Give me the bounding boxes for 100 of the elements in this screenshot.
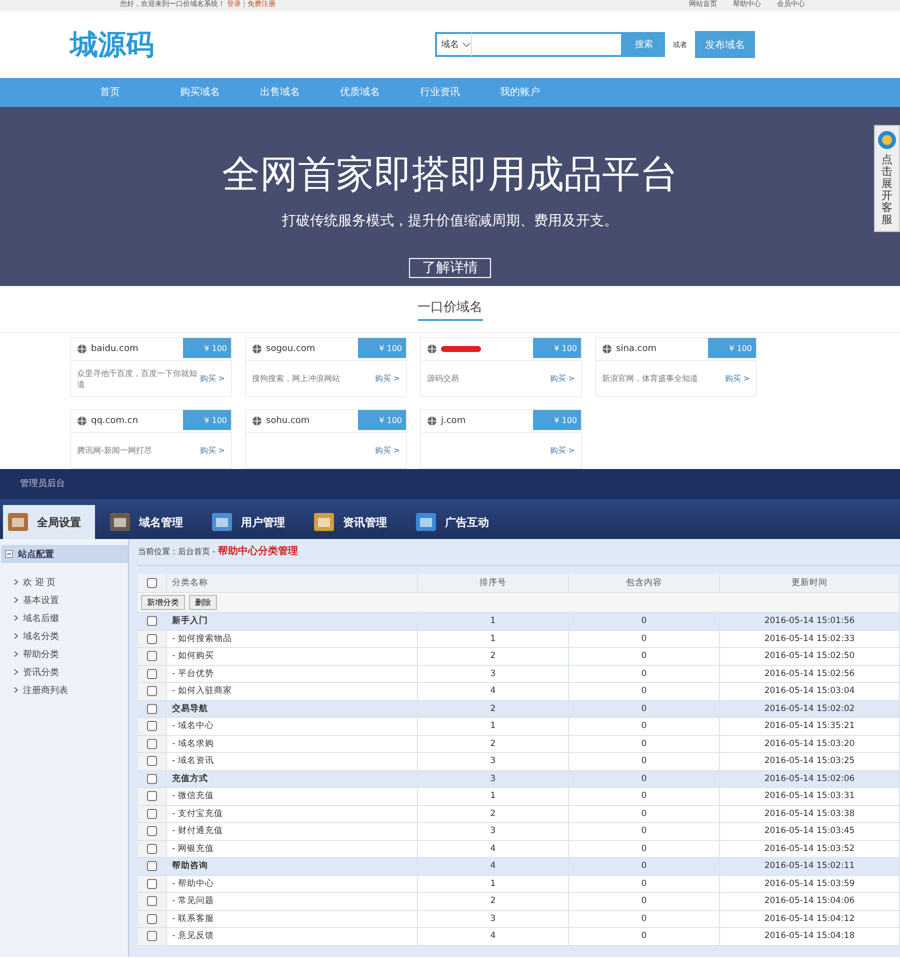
- select-all-checkbox[interactable]: [147, 578, 157, 588]
- module-icon: [211, 512, 233, 532]
- table-cell: 1: [418, 612, 568, 630]
- buy-link[interactable]: 购买 >: [374, 445, 400, 456]
- category-name: 充值方式: [166, 770, 418, 788]
- category-name: - 如何搜索物品: [166, 630, 418, 648]
- domain-card[interactable]: sogou.com ¥ 100 搜狗搜索，网上冲浪网站 购买 >: [245, 337, 407, 397]
- row-checkbox[interactable]: [147, 844, 157, 854]
- category-name: 新手入门: [166, 612, 418, 630]
- sidebar-header[interactable]: 站点配置: [1, 545, 128, 563]
- admin-tab[interactable]: 域名管理: [105, 505, 197, 539]
- buy-link[interactable]: 购买 >: [550, 445, 575, 456]
- table-cell: 4: [418, 858, 568, 875]
- category-name: - 支付宝充值: [166, 805, 418, 822]
- table-cell: 2016-05-14 15:04:06: [720, 892, 900, 910]
- table-cell: 1: [418, 788, 568, 805]
- table-cell: 2: [418, 735, 568, 752]
- sidebar-item[interactable]: 域名后缀: [23, 612, 59, 624]
- row-checkbox[interactable]: [147, 914, 157, 924]
- row-checkbox[interactable]: [147, 774, 157, 784]
- category-name: - 如何购买: [166, 648, 418, 665]
- sidebar-item[interactable]: 注册商列表: [23, 684, 68, 696]
- price-tag: ¥ 100: [183, 338, 231, 358]
- table-cell: 2: [418, 648, 568, 665]
- admin-tab[interactable]: 资讯管理: [309, 505, 401, 539]
- sidebar-item[interactable]: 基本设置: [23, 594, 59, 606]
- table-action-button[interactable]: 删除: [189, 595, 217, 610]
- row-checkbox[interactable]: [147, 791, 157, 802]
- customer-service-tab[interactable]: 点击展开客服: [874, 125, 900, 232]
- globe-icon: [602, 344, 612, 354]
- category-name: - 域名中心: [166, 718, 418, 735]
- admin-tab[interactable]: 用户管理: [207, 505, 299, 539]
- category-name: - 意见反馈: [166, 928, 418, 945]
- column-header: 包含内容: [568, 574, 720, 592]
- domain-name: sina.com: [616, 344, 656, 354]
- row-checkbox[interactable]: [147, 826, 157, 836]
- module-icon: [415, 512, 437, 532]
- price-tag: ¥ 100: [533, 410, 581, 430]
- table-cell: 2016-05-14 15:02:11: [720, 858, 900, 875]
- table-cell: 0: [568, 788, 720, 805]
- table-cell: 0: [568, 648, 720, 665]
- buy-link[interactable]: 购买 >: [550, 373, 575, 384]
- globe-icon: [427, 344, 437, 354]
- table-cell: 0: [568, 718, 720, 735]
- buy-link[interactable]: 购买 >: [374, 373, 400, 384]
- domain-description: 搜狗搜索，网上冲浪网站: [252, 373, 340, 384]
- table-cell: 3: [418, 752, 568, 770]
- admin-tab[interactable]: 广告互动: [411, 505, 503, 539]
- domain-card[interactable]: sina.com ¥ 100 新浪官网，体育盛事全知道 购买 >: [595, 337, 757, 397]
- learn-more-button[interactable]: 了解详情: [409, 258, 491, 278]
- table-cell: 1: [418, 630, 568, 648]
- chevron-right-icon: [14, 669, 18, 675]
- category-name: - 常见问题: [166, 892, 418, 910]
- table-cell: 2: [418, 892, 568, 910]
- domain-card[interactable]: j.com ¥ 100 购买 >: [420, 409, 582, 469]
- banner-subtitle: 打破传统服务模式，提升价值缩减周期、费用及开支。: [282, 212, 618, 230]
- table-cell: 2016-05-14 15:02:50: [720, 648, 900, 665]
- domain-card[interactable]: qq.com.cn ¥ 100 腾讯网-新闻一网打尽 购买 >: [70, 409, 232, 469]
- sidebar-item[interactable]: 资讯分类: [23, 666, 59, 678]
- table-cell: 0: [568, 612, 720, 630]
- domain-card[interactable]: sohu.com ¥ 100 购买 >: [245, 409, 407, 469]
- column-header: 更新时间: [720, 574, 900, 592]
- table-cell: 2016-05-14 15:03:59: [720, 875, 900, 892]
- row-checkbox[interactable]: [147, 896, 157, 906]
- domain-description: 腾讯网-新闻一网打尽: [77, 445, 152, 456]
- price-tag: ¥ 100: [183, 410, 231, 430]
- search-input[interactable]: [471, 32, 623, 57]
- row-checkbox[interactable]: [147, 704, 157, 714]
- sidebar-item[interactable]: 帮助分类: [23, 648, 59, 660]
- table-cell: 0: [568, 700, 720, 718]
- row-checkbox[interactable]: [147, 738, 157, 749]
- row-checkbox[interactable]: [147, 721, 157, 732]
- row-checkbox[interactable]: [147, 808, 157, 819]
- domain-description: 新浪官网，体育盛事全知道: [602, 373, 698, 384]
- domain-card[interactable]: ¥ 100 源码交易 购买 >: [420, 337, 582, 397]
- row-checkbox[interactable]: [147, 878, 157, 889]
- admin-tab[interactable]: 全局设置: [3, 505, 95, 539]
- row-checkbox[interactable]: [147, 668, 157, 679]
- table-cell: 4: [418, 682, 568, 700]
- table-cell: 2016-05-14 15:03:31: [720, 788, 900, 805]
- table-cell: 2016-05-14 15:35:21: [720, 718, 900, 735]
- banner-title: 全网首家即搭即用成品平台: [222, 151, 678, 198]
- chevron-right-icon: [14, 615, 18, 621]
- sidebar-item[interactable]: 域名分类: [23, 630, 59, 642]
- buy-link[interactable]: 购买 >: [200, 373, 225, 384]
- row-checkbox[interactable]: [147, 634, 157, 644]
- table-cell: 3: [418, 910, 568, 928]
- sidebar-item[interactable]: 欢 迎 页: [23, 576, 56, 588]
- row-checkbox[interactable]: [147, 861, 157, 872]
- row-checkbox[interactable]: [147, 651, 157, 662]
- table-cell: 3: [418, 665, 568, 682]
- table-cell: 0: [568, 770, 720, 788]
- table-action-button[interactable]: 新增分类: [141, 595, 185, 610]
- buy-link[interactable]: 购买 >: [724, 373, 750, 384]
- row-checkbox[interactable]: [147, 756, 157, 766]
- row-checkbox[interactable]: [147, 931, 157, 942]
- row-checkbox[interactable]: [147, 686, 157, 696]
- table-cell: 2016-05-14 15:04:12: [720, 910, 900, 928]
- row-checkbox[interactable]: [147, 616, 157, 626]
- buy-link[interactable]: 购买 >: [200, 445, 225, 456]
